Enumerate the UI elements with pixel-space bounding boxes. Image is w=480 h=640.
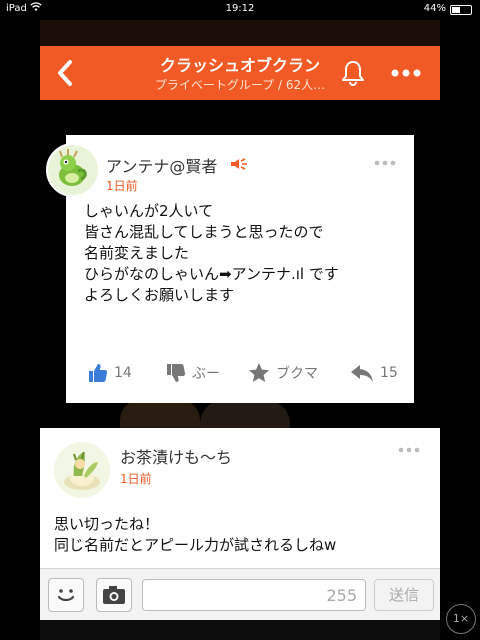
chevron-left-icon[interactable] — [50, 56, 80, 90]
post-line: 同じ名前だとアピール力が試されるしねw — [54, 536, 337, 554]
avatar[interactable] — [54, 442, 110, 498]
status-bar: iPad 19:12 44% — [0, 0, 480, 20]
emoji-button[interactable] — [48, 578, 84, 612]
reply-icon — [351, 365, 373, 382]
post-line: 名前変えました — [84, 244, 190, 262]
bookmark-button[interactable]: ブクマ — [248, 359, 318, 387]
post-time: 1日前 — [106, 179, 138, 193]
post-line: 思い切ったね！ — [54, 515, 160, 533]
composer-bar: 255 送信 — [40, 568, 440, 620]
post-username[interactable]: アンテナ@賢者 — [106, 153, 217, 177]
more-dots-icon[interactable] — [386, 60, 426, 86]
thumbs-down-icon — [167, 364, 186, 382]
bookmark-label: ブクマ — [276, 366, 318, 382]
message-input[interactable]: 255 — [142, 579, 366, 611]
reply-button[interactable]: 15 — [350, 359, 398, 387]
thumbs-up-icon — [89, 364, 108, 382]
post-line: ひらがなのしゃいん➡アンテナ.ıl です — [84, 265, 339, 283]
post-line: 皆さん混乱してしまうと思ったので — [84, 223, 324, 241]
speaker-badge-icon — [230, 156, 248, 170]
camera-icon — [103, 586, 125, 604]
bell-icon[interactable] — [338, 58, 368, 88]
post-card[interactable]: お茶漬けも〜ち 1日前 思い切ったね！ 同じ名前だとアピール力が試されるしねw — [40, 428, 440, 588]
like-count: 14 — [114, 365, 132, 381]
post-line: よろしくお願いします — [84, 286, 235, 304]
post-actions: 14 ぶー ブクマ 15 — [66, 359, 414, 387]
emoji-icon — [57, 589, 75, 602]
star-icon — [249, 363, 269, 382]
more-dots-icon[interactable] — [372, 153, 398, 166]
post-body: 思い切ったね！ 同じ名前だとアピール力が試されるしねw — [54, 514, 434, 556]
clock: 19:12 — [225, 3, 255, 14]
app-window: クラッシュオブクラン プライベートグループ / 62人… アンテナ@賢者 1日前… — [40, 20, 440, 640]
post-card[interactable]: アンテナ@賢者 1日前 しゃいんが2人いて 皆さん混乱してしまうと思ったので 名… — [46, 135, 414, 403]
boo-label: ぶー — [192, 366, 220, 382]
battery-fill — [452, 7, 460, 13]
more-dots-icon[interactable] — [396, 440, 422, 453]
reply-count: 15 — [380, 365, 398, 381]
post-line: しゃいんが2人いて — [84, 202, 214, 220]
nav-bar: クラッシュオブクラン プライベートグループ / 62人… — [40, 46, 440, 100]
post-username[interactable]: お茶漬けも〜ち — [120, 444, 232, 468]
post-body: しゃいんが2人いて 皆さん混乱してしまうと思ったので 名前変えました ひらがなの… — [84, 201, 404, 306]
battery-icon — [450, 5, 472, 15]
like-button[interactable]: 14 — [88, 359, 132, 387]
zoom-button[interactable]: 1× — [446, 604, 476, 634]
send-button[interactable]: 送信 — [374, 579, 434, 611]
avatar[interactable] — [46, 143, 100, 197]
boo-button[interactable]: ぶー — [166, 359, 220, 387]
post-time: 1日前 — [120, 472, 152, 486]
battery-percent: 44% — [423, 3, 446, 14]
char-counter: 255 — [326, 586, 357, 605]
top-strip — [40, 20, 440, 46]
camera-button[interactable] — [96, 578, 132, 612]
